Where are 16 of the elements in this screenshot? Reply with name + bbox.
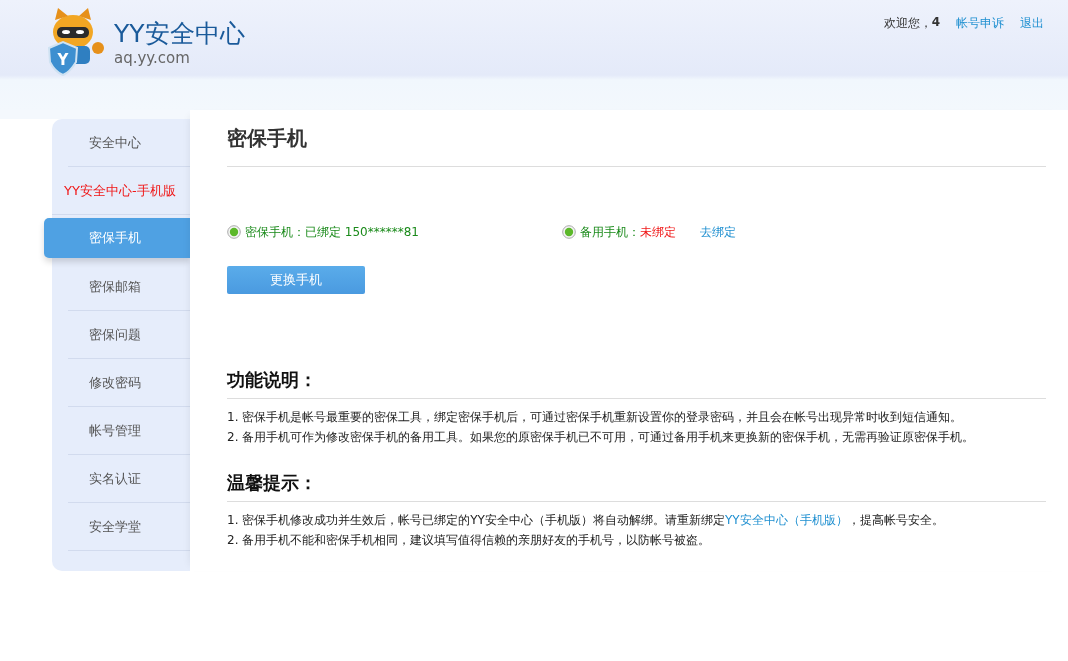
section-heading: 温馨提示：: [227, 471, 1046, 502]
tip-text: 1. 密保手机修改成功并生效后，帐号已绑定的YY安全中心（手机版）将自动解绑。请重新绑定YY安全中心（手机版），提高帐号安全。: [227, 512, 945, 529]
section-heading: 功能说明：: [227, 368, 1046, 399]
site-title: YY安全中心: [114, 19, 245, 49]
status-dot-icon: [562, 225, 576, 239]
tip-text: 2. 备用手机不能和密保手机相同，建议填写值得信赖的亲朋好友的手机号，以防帐号被盗。: [227, 532, 712, 549]
security-center-link[interactable]: YY安全中心（手机版）: [724, 513, 848, 527]
tip-text: 2. 备用手机可作为修改密保手机的备用工具。如果您的原密保手机已不可用，可通过备用手机来更换新的密保手机，无需再验证原密保手机。: [227, 429, 976, 446]
bind-link[interactable]: 去绑定: [700, 223, 736, 241]
tip-text: 1. 密保手机是帐号最重要的密保工具，绑定密保手机后，可通过密保手机重新设置你的登录密码，并且会在帐号出现异常时收到短信通知。: [227, 409, 964, 426]
welcome-text: 欢迎您，4: [883, 15, 940, 32]
phone-status-text: 备用手机：未绑定: [580, 223, 676, 241]
phone-status-text: 密保手机：已绑定 150******81: [245, 223, 419, 241]
site-domain: aq.yy.com: [114, 49, 191, 67]
page-title: 密保手机: [227, 110, 1046, 167]
status-dot-icon: [227, 225, 241, 239]
